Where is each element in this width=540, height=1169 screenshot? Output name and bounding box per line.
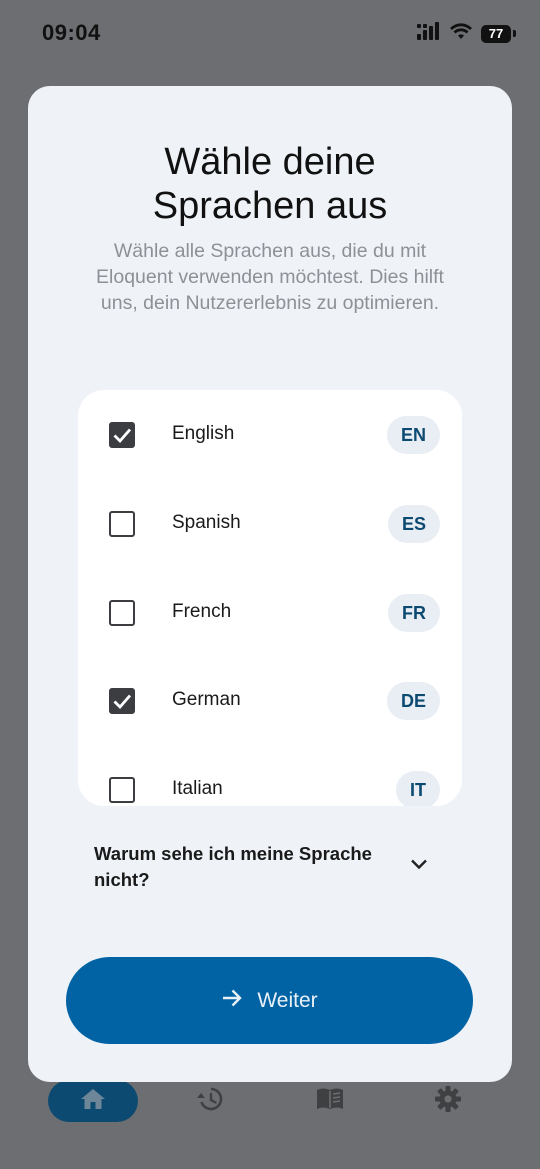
- chevron-down-icon[interactable]: [408, 853, 430, 875]
- language-code-badge: FR: [388, 594, 440, 632]
- language-name: Italian: [172, 778, 223, 799]
- why-language-missing-toggle[interactable]: Warum sehe ich meine Sprache nicht?: [94, 841, 394, 893]
- language-name: German: [172, 689, 241, 710]
- nav-library[interactable]: [306, 1080, 354, 1122]
- checkbox-italian[interactable]: [109, 777, 135, 803]
- checkbox-english[interactable]: [109, 422, 135, 448]
- language-name: English: [172, 423, 235, 444]
- language-row-italian[interactable]: Italian IT: [78, 759, 462, 806]
- language-row-french[interactable]: French FR: [78, 582, 462, 642]
- nav-settings[interactable]: [424, 1080, 472, 1122]
- language-list: English EN Spanish ES French FR German D…: [78, 390, 462, 806]
- nav-home[interactable]: [48, 1080, 138, 1122]
- language-row-german[interactable]: German DE: [78, 670, 462, 730]
- bottom-nav: [0, 1075, 540, 1135]
- status-bar: 09:04 77: [0, 0, 540, 70]
- continue-button[interactable]: Weiter: [66, 957, 473, 1044]
- signal-icon: [417, 22, 441, 45]
- book-icon: [315, 1086, 345, 1117]
- modal-title: Wähle deine Sprachen aus: [28, 140, 512, 228]
- history-icon: [196, 1085, 224, 1118]
- home-icon: [80, 1087, 106, 1116]
- language-name: French: [172, 601, 232, 622]
- language-name: Spanish: [172, 512, 241, 533]
- checkbox-german[interactable]: [109, 688, 135, 714]
- wifi-icon: [449, 22, 473, 45]
- checkbox-spanish[interactable]: [109, 511, 135, 537]
- title-line-1: Wähle deine: [164, 141, 376, 183]
- language-code-badge: DE: [386, 682, 440, 720]
- status-icons: 77: [417, 22, 516, 45]
- gear-icon: [434, 1085, 462, 1118]
- language-code-badge: EN: [386, 416, 440, 454]
- language-row-english[interactable]: English EN: [78, 404, 462, 464]
- battery-icon: 77: [481, 24, 511, 43]
- nav-history[interactable]: [186, 1080, 234, 1122]
- title-line-2: Sprachen aus: [152, 185, 388, 227]
- battery-tip: [513, 30, 516, 37]
- language-row-spanish[interactable]: Spanish ES: [78, 493, 462, 553]
- status-time: 09:04: [42, 20, 101, 45]
- language-code-badge: IT: [396, 771, 440, 806]
- language-select-modal: Wähle deine Sprachen aus Wähle alle Spra…: [28, 86, 512, 1082]
- checkbox-french[interactable]: [109, 600, 135, 626]
- language-code-badge: ES: [387, 505, 440, 543]
- arrow-right-icon: [221, 988, 243, 1014]
- continue-label: Weiter: [257, 988, 318, 1012]
- modal-subtitle: Wähle alle Sprachen aus, die du mit Eloq…: [96, 240, 444, 314]
